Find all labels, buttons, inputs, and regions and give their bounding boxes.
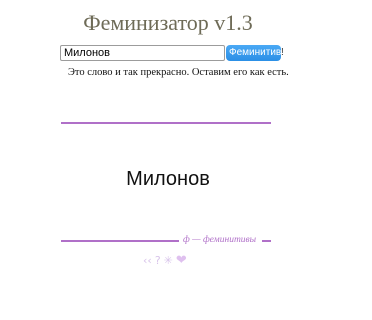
top-divider bbox=[61, 122, 271, 124]
footer-divider-left bbox=[61, 240, 179, 242]
input-row: Феминитив ! bbox=[60, 45, 350, 61]
snowflake-icon[interactable]: ✳ bbox=[164, 253, 173, 269]
footer-caption[interactable]: ф — феминитивы bbox=[183, 233, 256, 247]
page: Феминизатор v1.3 Феминитив ! Это слово и… bbox=[0, 0, 372, 320]
word-input[interactable] bbox=[60, 45, 225, 61]
feminize-button[interactable]: Феминитив bbox=[226, 45, 281, 61]
footer-icon-row: ‹‹ ? ✳ ❤ bbox=[143, 253, 187, 269]
feminize-button-exclamation: ! bbox=[281, 47, 284, 58]
share-icon[interactable]: ‹‹ bbox=[143, 253, 152, 269]
app-title: Феминизатор v1.3 bbox=[83, 10, 253, 35]
status-message: Это слово и так прекрасно. Оставим его к… bbox=[68, 67, 289, 78]
feminize-button-label: Феминитив bbox=[229, 47, 282, 58]
result-word: Милонов bbox=[126, 168, 210, 190]
help-icon[interactable]: ? bbox=[155, 253, 161, 269]
footer-divider-right bbox=[262, 240, 271, 242]
heart-icon[interactable]: ❤ bbox=[176, 253, 187, 269]
